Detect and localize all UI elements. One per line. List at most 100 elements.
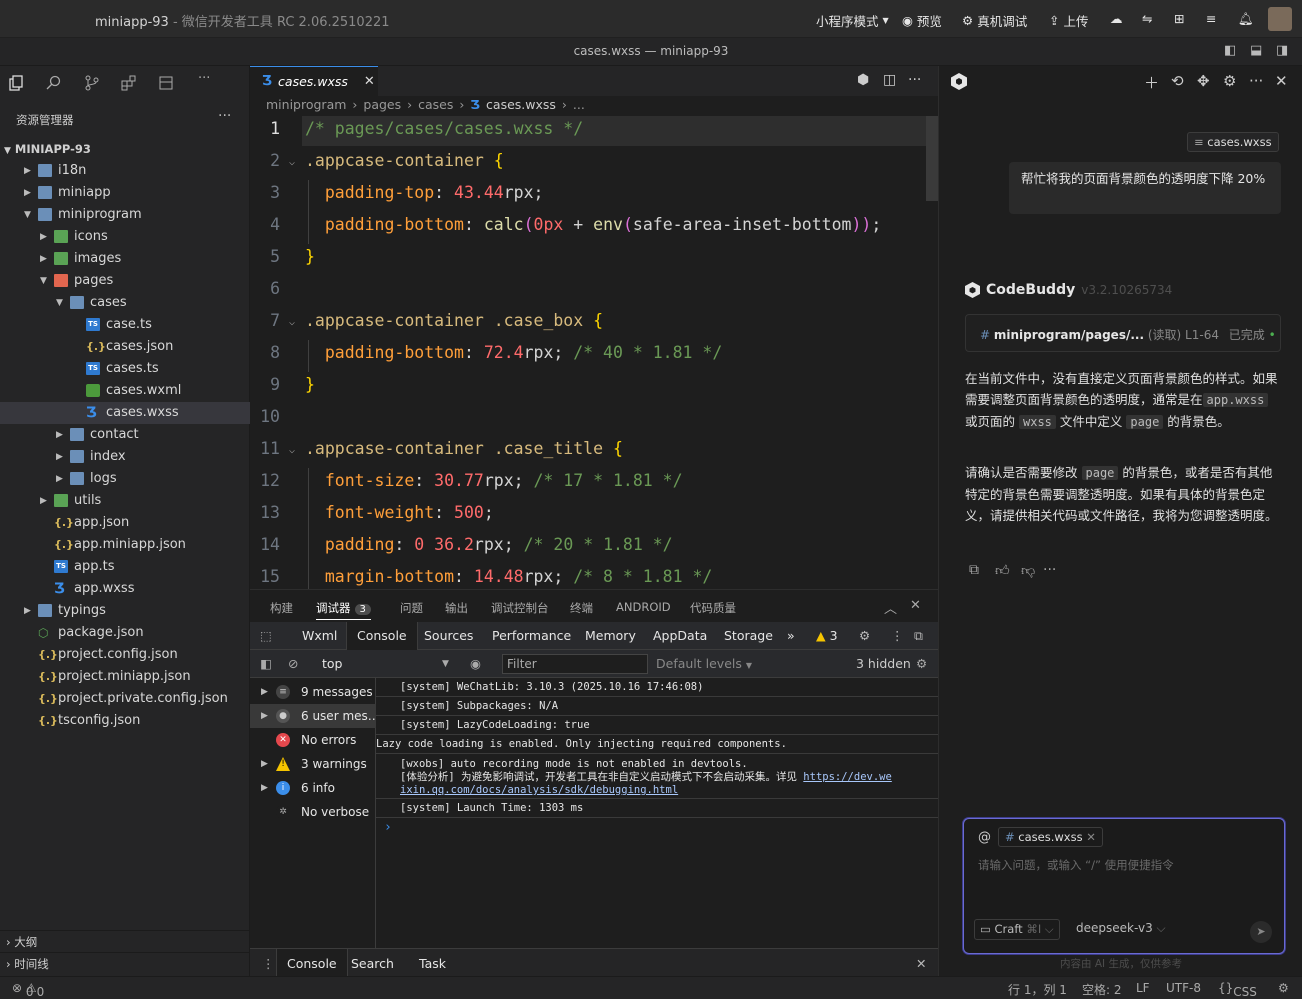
tab-wxml[interactable]: Wxml — [302, 628, 337, 643]
source-control-icon[interactable] — [84, 75, 100, 91]
code-line[interactable]: margin-bottom: 14.48rpx; /* 8 * 1.81 */ — [305, 567, 712, 586]
tree-item[interactable]: TS cases.ts — [0, 358, 250, 380]
tree-item[interactable]: {.} cases.json — [0, 336, 250, 358]
more-actions-icon[interactable]: ··· — [908, 72, 921, 88]
tree-item[interactable]: {.} tsconfig.json — [0, 710, 250, 732]
bell-icon[interactable]: 🔔︎ — [1238, 11, 1254, 27]
breadcrumb-item[interactable]: cases.wxss — [486, 97, 556, 112]
fold-chevron-icon[interactable]: ⌵ — [289, 317, 295, 328]
tree-item[interactable]: TS app.ts — [0, 556, 250, 578]
indentation[interactable]: 空格: 2 — [1082, 981, 1122, 998]
tab-memory[interactable]: Memory — [585, 628, 636, 643]
extensions-icon[interactable] — [121, 75, 137, 91]
upload-button[interactable]: ⇪ 上传 — [1049, 11, 1089, 30]
chevron-right-icon[interactable]: ▶ — [24, 600, 31, 622]
menu-icon[interactable]: ≡ — [1206, 11, 1216, 26]
console-filter-item[interactable]: ✕ No errors — [250, 728, 376, 752]
chevron-down-icon[interactable]: ▼ — [40, 270, 47, 292]
tree-item[interactable]: ▶ i18n — [0, 160, 250, 182]
docs-link[interactable]: ixin.qq.com/docs/analysis/sdk/debugging.… — [400, 784, 678, 796]
code-line[interactable]: /* pages/cases/cases.wxss */ — [305, 119, 583, 138]
console-filter-item[interactable]: ▶! 3 warnings — [250, 752, 376, 776]
console-filter-item[interactable]: ▶ i 6 info — [250, 776, 376, 800]
console-filter-item[interactable]: ▶ ≡ 9 messages — [250, 680, 376, 704]
undock-icon[interactable]: ⧉ — [914, 628, 923, 644]
tab-appdata[interactable]: AppData — [653, 628, 707, 643]
drawer-tab-search[interactable]: Search — [351, 956, 394, 971]
tab-android[interactable]: ANDROID — [616, 600, 671, 614]
clear-console-icon[interactable]: ⊘ — [288, 656, 298, 671]
code-line[interactable]: padding-top: 43.44rpx; — [305, 183, 544, 202]
chevron-right-icon[interactable]: ▶ — [40, 226, 47, 248]
context-selector[interactable]: top — [322, 656, 342, 671]
editor-scrollbar[interactable] — [926, 116, 938, 201]
tree-item[interactable]: {.} project.config.json — [0, 644, 250, 666]
timeline-section[interactable]: › 时间线 — [0, 952, 250, 974]
chevron-right-icon[interactable]: ▶ — [261, 776, 268, 800]
tab-console[interactable]: Console — [346, 622, 418, 650]
history-icon[interactable]: ⟲ — [1171, 72, 1184, 90]
code-line[interactable]: .appcase-container .case_title { — [305, 439, 623, 458]
code-line[interactable]: padding-bottom: 72.4rpx; /* 40 * 1.81 */ — [305, 343, 722, 362]
tree-item[interactable]: {.} app.miniapp.json — [0, 534, 250, 556]
more-icon[interactable]: ··· — [1249, 72, 1263, 90]
tree-item[interactable]: {.} project.private.config.json — [0, 688, 250, 710]
chat-input[interactable]: 请输入问题，或输入 “/” 使用便捷指令 — [978, 857, 1174, 873]
file-read-card[interactable]: # miniprogram/pages/... (读取) L1-64 已完成 • — [965, 314, 1281, 352]
maximize-panel-icon[interactable]: ︿ — [884, 598, 897, 617]
close-drawer-icon[interactable]: ✕ — [916, 956, 926, 971]
console-prompt[interactable]: › — [384, 820, 392, 835]
encoding[interactable]: UTF-8 — [1166, 981, 1201, 995]
tab-performance[interactable]: Performance — [492, 628, 571, 643]
code-line[interactable]: padding-bottom: calc(0px + env(safe-area… — [305, 215, 881, 234]
toggle-secondary-icon[interactable]: ◨ — [1276, 43, 1288, 58]
mode-dropdown[interactable]: 小程序模式 ▼ — [816, 11, 889, 30]
chevron-right-icon[interactable]: ▶ — [24, 182, 31, 204]
code-line[interactable]: .appcase-container .case_box { — [305, 311, 603, 330]
code-line[interactable]: padding: 0 36.2rpx; /* 20 * 1.81 */ — [305, 535, 673, 554]
preview-button[interactable]: ◉ 预览 — [902, 11, 942, 30]
fold-chevron-icon[interactable]: ⌵ — [289, 445, 295, 456]
cursor-position[interactable]: 行 1，列 1 — [1008, 981, 1067, 998]
cloud-icon[interactable]: ☁ — [1110, 11, 1123, 26]
search-icon[interactable] — [46, 75, 62, 91]
tree-item[interactable]: Ʒcases.wxss — [0, 402, 250, 424]
model-selector[interactable]: deepseek-v3 ⌵ — [1076, 921, 1166, 936]
more-icon[interactable]: ··· — [198, 71, 210, 86]
chevron-down-icon[interactable]: ▼ — [56, 292, 63, 314]
tab-storage[interactable]: Storage — [724, 628, 773, 643]
kebab-menu-icon[interactable]: ⋮ — [891, 628, 904, 643]
close-panel-icon[interactable]: ✕ — [910, 598, 921, 613]
device-debug-button[interactable]: ⚙ 真机调试 — [962, 11, 1027, 30]
toggle-panel-icon[interactable]: ⬓ — [1250, 43, 1262, 58]
more-icon[interactable]: ··· — [1043, 562, 1056, 578]
tab-terminal[interactable]: 终端 — [570, 600, 593, 616]
code-line[interactable]: font-weight: 500; — [305, 503, 494, 522]
problems-indicator[interactable]: ⊗ 0 ⚠ 0 — [12, 981, 44, 999]
chevron-right-icon[interactable]: ▶ — [261, 680, 268, 704]
tree-item[interactable]: TS case.ts — [0, 314, 250, 336]
send-button[interactable]: ➤ — [1250, 921, 1272, 943]
tree-item[interactable]: ▶ logs — [0, 468, 250, 490]
notifications-icon[interactable]: ⚙ — [1278, 981, 1289, 995]
outline-section[interactable]: › 大纲 — [0, 930, 250, 952]
tree-item[interactable]: ▶ icons — [0, 226, 250, 248]
sidebar-toggle-icon[interactable]: ◧ — [260, 656, 272, 671]
code-area[interactable]: 1 /* pages/cases/cases.wxss */ 2 ⌵ .appcase-… — [250, 116, 938, 589]
breadcrumb-item[interactable]: cases — [418, 97, 453, 112]
codebuddy-icon[interactable]: ⬢ — [857, 72, 869, 88]
console-filter-item[interactable]: ▶ ● 6 user mes… — [250, 704, 376, 728]
tree-item[interactable]: cases.wxml — [0, 380, 250, 402]
mode-selector[interactable]: ▭ Craft ⌘I ⌵ — [974, 919, 1060, 940]
code-line[interactable]: .appcase-container { — [305, 151, 504, 170]
warnings-counter[interactable]: ▲ 3 — [816, 628, 838, 643]
tree-item[interactable]: ▼ miniprogram — [0, 204, 250, 226]
code-line[interactable]: } — [305, 375, 315, 394]
inspect-icon[interactable]: ⬚ — [260, 628, 272, 643]
input-file-chip[interactable]: # cases.wxss ✕ — [998, 827, 1103, 847]
line-ending[interactable]: LF — [1136, 981, 1150, 995]
layout-icon[interactable]: ⊞ — [1174, 11, 1184, 26]
storage-icon[interactable] — [158, 75, 174, 91]
tree-item[interactable]: Ʒapp.wxss — [0, 578, 250, 600]
fold-chevron-icon[interactable]: ⌵ — [289, 157, 295, 168]
